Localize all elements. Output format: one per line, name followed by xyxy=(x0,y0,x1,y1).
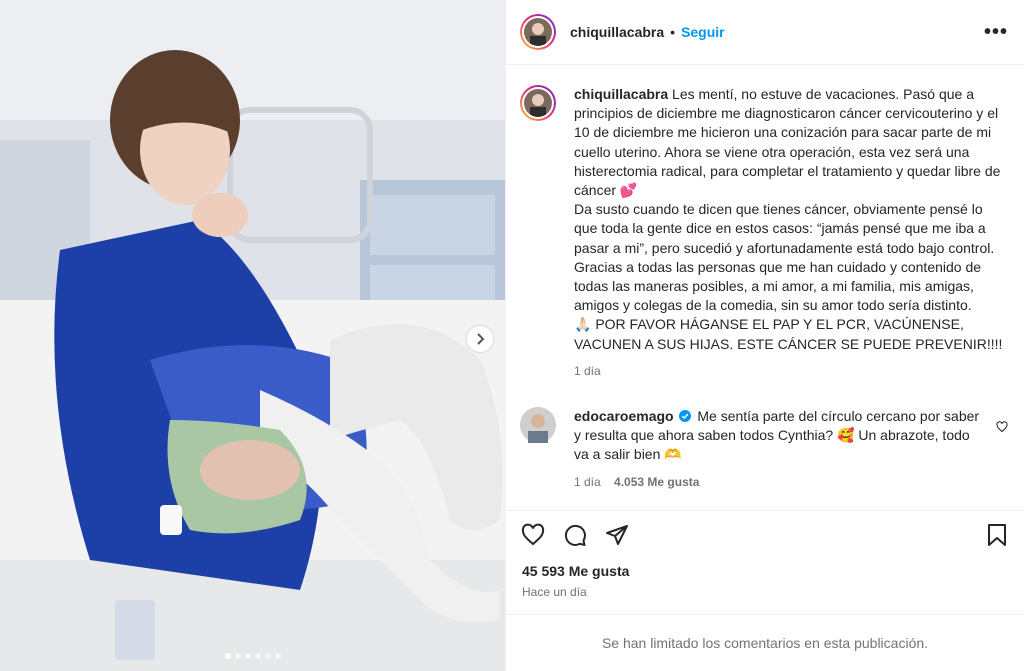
comment-icon xyxy=(564,524,586,546)
carousel-indicators xyxy=(0,653,505,659)
caption-paragraph: 🙏🏻 POR FAVOR HÁGANSE EL PAP Y EL PCR, VA… xyxy=(574,316,1003,352)
comment-time[interactable]: 1 día xyxy=(574,475,601,489)
save-button[interactable] xyxy=(984,522,1010,548)
caption-text: chiquillacabra Les mentí, no estuve de v… xyxy=(574,85,1008,381)
carousel-dot xyxy=(264,653,271,659)
carousel-dot xyxy=(274,653,281,659)
more-options-icon[interactable]: ••• xyxy=(984,21,1008,44)
author-avatar[interactable] xyxy=(520,14,556,50)
verified-icon xyxy=(679,410,692,423)
separator-dot: • xyxy=(670,24,676,40)
comment-username[interactable]: edocaroemago xyxy=(574,408,674,424)
comments-area[interactable]: chiquillacabra Les mentí, no estuve de v… xyxy=(506,65,1024,510)
carousel-dot xyxy=(234,653,241,659)
caption-avatar[interactable] xyxy=(520,85,556,121)
carousel-dot xyxy=(254,653,261,659)
follow-button[interactable]: Seguir xyxy=(681,24,725,40)
comment-button[interactable] xyxy=(562,522,588,548)
caption-paragraph: Da susto cuando te dicen que tienes cánc… xyxy=(574,201,995,314)
comment-likes[interactable]: 4.053 Me gusta xyxy=(614,475,699,489)
post-header: chiquillacabra • Seguir ••• xyxy=(506,0,1024,65)
carousel-dot xyxy=(224,653,231,659)
comments-limited-notice: Se han limitado los comentarios en esta … xyxy=(506,614,1024,671)
bookmark-icon xyxy=(988,523,1006,546)
share-icon xyxy=(606,524,628,545)
carousel-dot xyxy=(244,653,251,659)
comment: edocaroemago Me sentía parte del círculo… xyxy=(520,407,1008,492)
likes-count[interactable]: 45 593 Me gusta xyxy=(522,563,629,579)
avatar-image xyxy=(524,18,552,46)
author-username[interactable]: chiquillacabra xyxy=(570,24,664,40)
carousel-next-button[interactable] xyxy=(467,326,493,352)
action-bar xyxy=(506,510,1024,558)
like-button[interactable] xyxy=(520,522,546,548)
heart-icon xyxy=(521,523,545,545)
comment-like-icon[interactable] xyxy=(996,421,1008,433)
post-photo xyxy=(0,0,505,671)
caption: chiquillacabra Les mentí, no estuve de v… xyxy=(520,85,1008,381)
commenter-avatar[interactable] xyxy=(520,407,556,444)
avatar-image xyxy=(520,407,556,444)
caption-paragraph: Les mentí, no estuve de vacaciones. Pasó… xyxy=(574,86,1001,199)
share-button[interactable] xyxy=(604,522,630,548)
avatar-image xyxy=(524,89,552,117)
post-media[interactable] xyxy=(0,0,505,671)
caption-time[interactable]: 1 día xyxy=(574,362,1008,381)
post-panel: chiquillacabra • Seguir ••• chiquillacab… xyxy=(505,0,1024,671)
chevron-right-icon xyxy=(477,333,485,345)
caption-username[interactable]: chiquillacabra xyxy=(574,86,668,102)
comment-text: edocaroemago Me sentía parte del círculo… xyxy=(574,407,984,492)
post-time[interactable]: Hace un día xyxy=(522,585,587,599)
